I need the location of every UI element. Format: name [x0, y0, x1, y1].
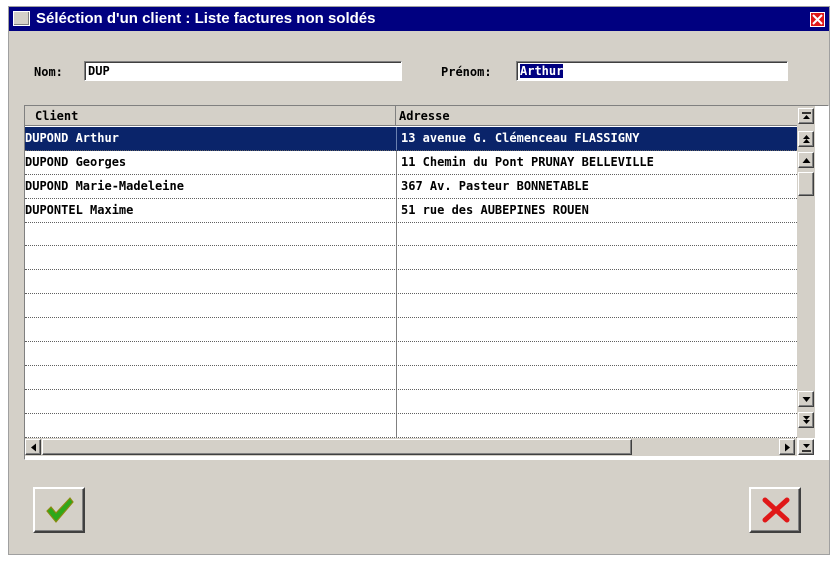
scroll-to-bottom-icon[interactable]: [798, 439, 814, 455]
cell-adresse: 11 Chemin du Pont PRUNAY BELLEVILLE: [396, 150, 797, 174]
cell-adresse: [396, 270, 797, 294]
table-row[interactable]: [25, 246, 797, 271]
cell-client: DUPONTEL Maxime: [25, 202, 134, 217]
table-row[interactable]: [25, 222, 797, 247]
cell-adresse: [396, 222, 797, 246]
column-header-adresse[interactable]: Adresse: [396, 106, 797, 126]
client-table[interactable]: Client Adresse DUPOND Arthur 13 avenue G.…: [24, 105, 829, 460]
table-header: Client Adresse: [25, 106, 797, 126]
scroll-left-icon[interactable]: [25, 439, 41, 455]
scroll-page-up-icon[interactable]: [798, 131, 814, 147]
cell-adresse: [396, 294, 797, 318]
table-row[interactable]: [25, 270, 797, 295]
column-header-client[interactable]: Client: [25, 106, 396, 126]
window-title: Séléction d'un client : Liste factures n…: [36, 10, 376, 27]
cross-icon: [762, 497, 790, 523]
table-row[interactable]: [25, 294, 797, 319]
close-icon[interactable]: [810, 12, 825, 27]
scroll-up-icon[interactable]: [798, 152, 814, 168]
prenom-input-selected-text: Arthur: [520, 64, 564, 78]
cell-adresse: 51 rue des AUBEPINES ROUEN: [396, 198, 797, 222]
checkmark-icon: [46, 497, 74, 523]
prenom-input[interactable]: Arthur: [516, 61, 788, 81]
table-row[interactable]: DUPOND Arthur 13 avenue G. Clémenceau FLA…: [25, 127, 797, 151]
cell-adresse: [396, 413, 797, 437]
horizontal-scrollbar[interactable]: [25, 438, 797, 456]
nom-input[interactable]: DUP: [84, 61, 402, 81]
cell-adresse: [396, 342, 797, 366]
horizontal-scroll-thumb[interactable]: [42, 439, 632, 455]
table-row[interactable]: [25, 389, 797, 414]
cell-adresse: [396, 365, 797, 389]
table-row[interactable]: DUPONTEL Maxime 51 rue des AUBEPINES ROUE…: [25, 198, 797, 223]
scroll-right-icon[interactable]: [779, 439, 795, 455]
cell-adresse: 13 avenue G. Clémenceau FLASSIGNY: [396, 127, 797, 150]
dialog-window: Séléction d'un client : Liste factures n…: [8, 6, 830, 555]
title-bar[interactable]: Séléction d'un client : Liste factures n…: [9, 7, 829, 31]
nom-input-value: DUP: [88, 64, 110, 78]
scroll-page-down-icon[interactable]: [798, 412, 814, 428]
table-row[interactable]: [25, 318, 797, 343]
table-row[interactable]: [25, 365, 797, 390]
scroll-to-top-icon[interactable]: [798, 108, 814, 124]
table-body: DUPOND Arthur 13 avenue G. Clémenceau FLA…: [25, 127, 797, 438]
cell-client: DUPOND Arthur: [25, 131, 119, 145]
window-icon: [13, 11, 30, 26]
confirm-button[interactable]: [33, 487, 85, 533]
cell-adresse: [396, 246, 797, 270]
nom-label: Nom:: [34, 65, 63, 79]
vertical-scrollbar[interactable]: [797, 106, 815, 438]
vertical-scroll-thumb[interactable]: [798, 172, 814, 196]
prenom-label: Prénom:: [441, 65, 492, 79]
cell-client: DUPOND Georges: [25, 154, 127, 169]
cancel-button[interactable]: [749, 487, 801, 533]
table-row[interactable]: DUPOND Georges 11 Chemin du Pont PRUNAY B…: [25, 150, 797, 175]
table-row[interactable]: [25, 413, 797, 438]
cell-adresse: [396, 389, 797, 413]
scroll-down-icon[interactable]: [798, 391, 814, 407]
cell-client: DUPOND Marie-Madeleine: [25, 178, 184, 193]
cell-adresse: [396, 318, 797, 342]
cell-adresse: 367 Av. Pasteur BONNETABLE: [396, 174, 797, 198]
table-row[interactable]: DUPOND Marie-Madeleine 367 Av. Pasteur BO…: [25, 174, 797, 199]
table-row[interactable]: [25, 342, 797, 366]
